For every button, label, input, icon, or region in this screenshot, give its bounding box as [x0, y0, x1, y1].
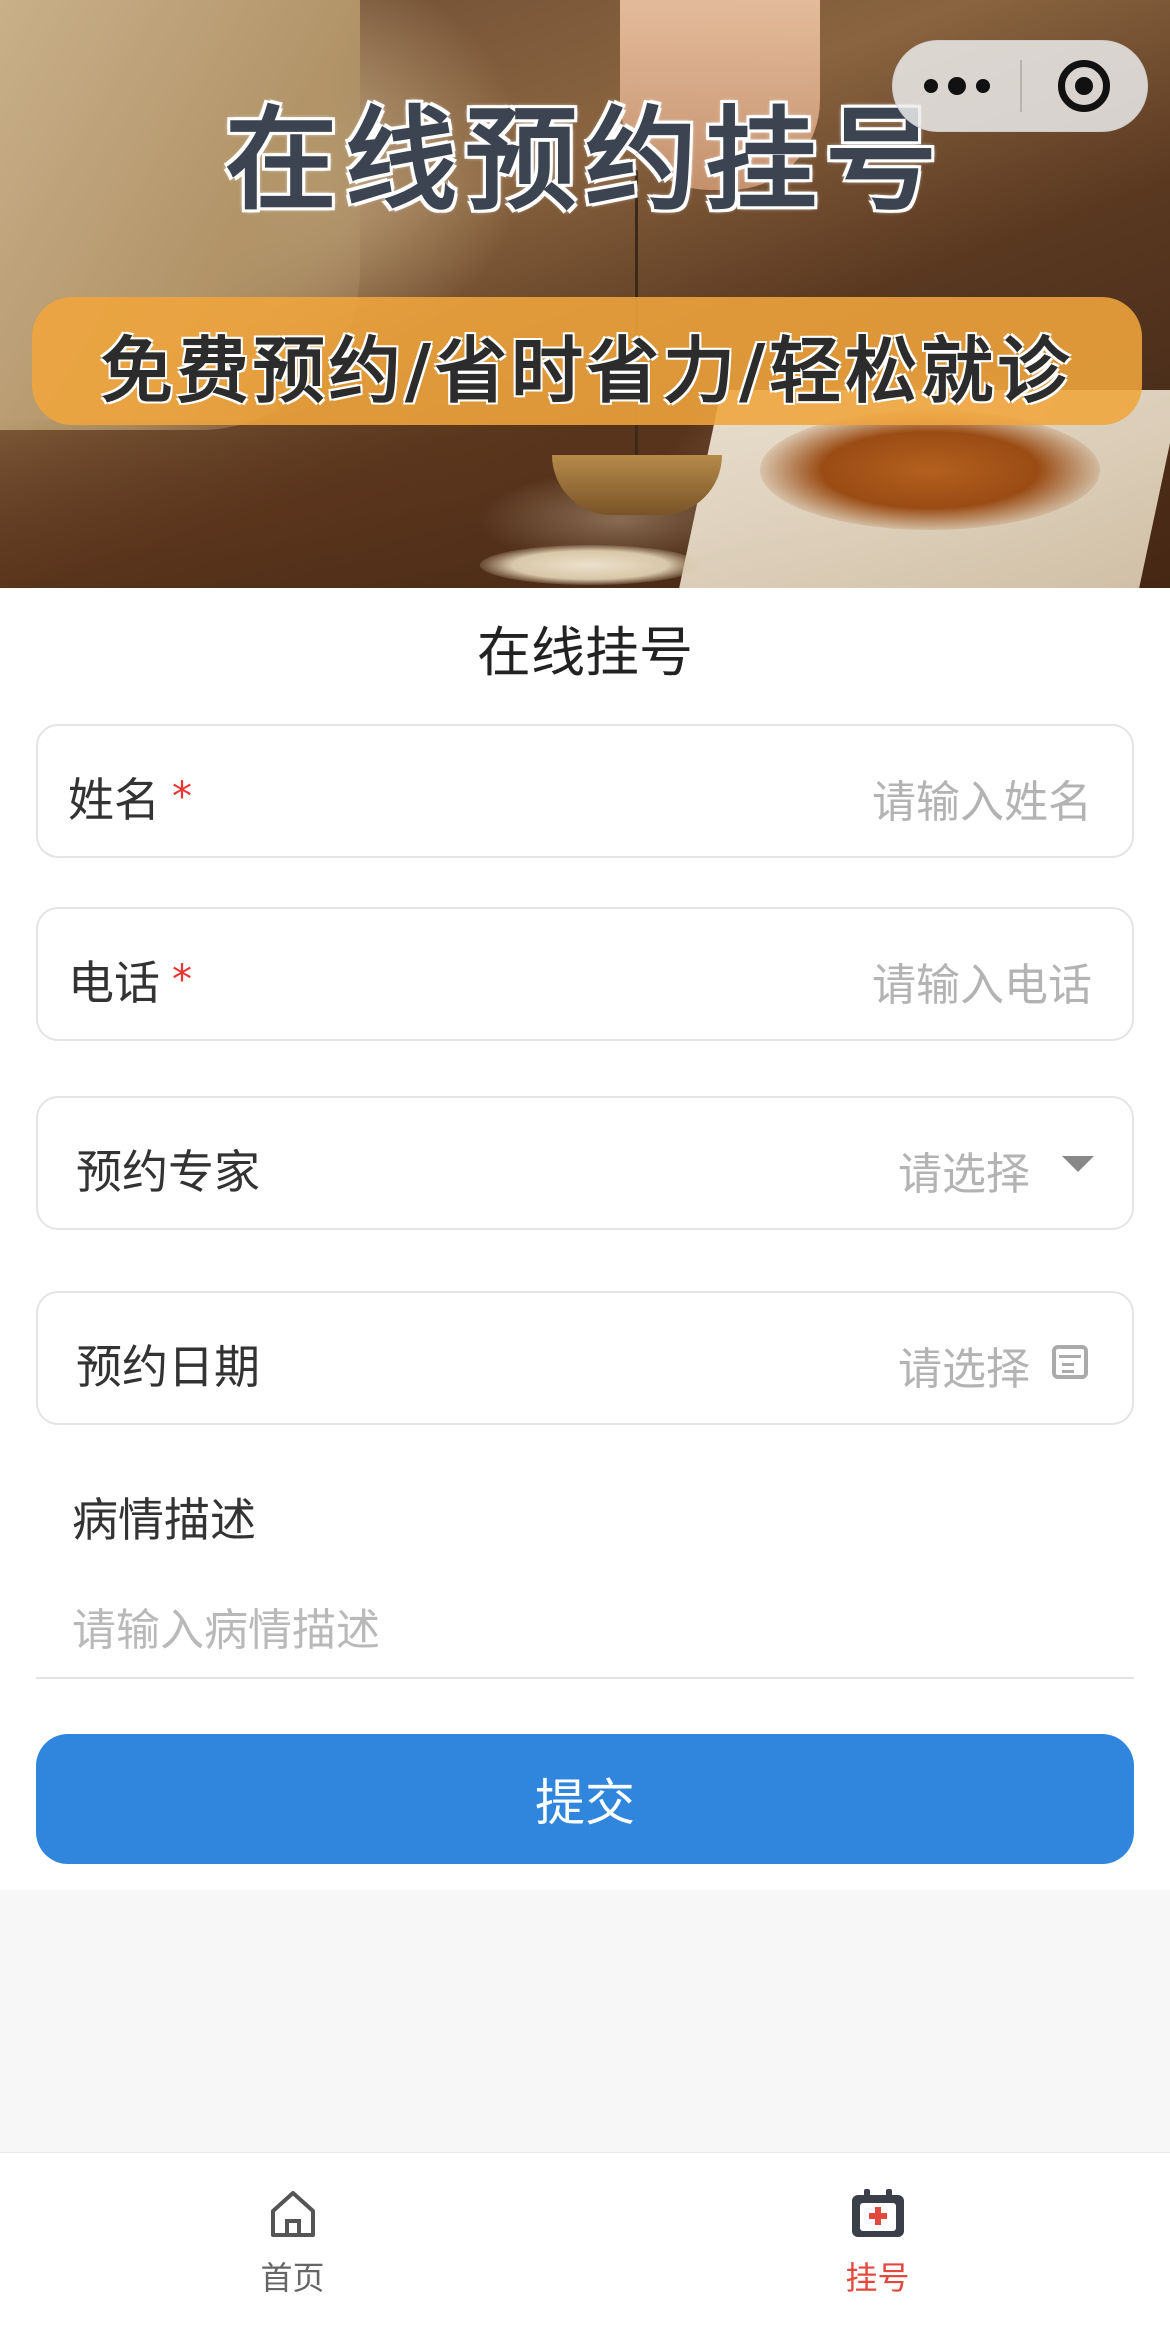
chevron-down-icon — [1062, 1156, 1094, 1172]
name-label: 姓名 * — [68, 773, 192, 827]
more-dots-icon[interactable] — [893, 40, 1020, 132]
name-field[interactable]: 姓名 * 请输入姓名 — [36, 724, 1134, 858]
date-picker-placeholder: 请选择 — [898, 1344, 1030, 1395]
phone-label: 电话 * — [68, 956, 192, 1010]
description-label: 病情描述 — [72, 1493, 256, 1547]
name-input-placeholder: 请输入姓名 — [872, 777, 1092, 828]
description-textarea[interactable]: 请输入病情描述 — [72, 1594, 380, 1658]
medical-kit-icon — [848, 2183, 908, 2243]
required-mark: * — [172, 957, 192, 1003]
required-mark: * — [172, 774, 192, 820]
capsule-menu — [892, 40, 1148, 132]
banner-subtitle: 免费预约/省时省力/轻松就诊 — [100, 329, 1074, 413]
tab-bar: 首页 挂号 — [0, 2152, 1170, 2344]
phone-input-placeholder: 请输入电话 — [872, 960, 1092, 1011]
target-close-icon[interactable] — [1022, 40, 1147, 132]
form-title: 在线挂号 — [477, 621, 693, 684]
phone-field[interactable]: 电话 * 请输入电话 — [36, 907, 1134, 1041]
expert-select[interactable]: 预约专家 请选择 — [36, 1096, 1134, 1230]
submit-button[interactable]: 提交 — [36, 1734, 1134, 1864]
tab-registration[interactable]: 挂号 — [585, 2153, 1170, 2344]
tab-home-label: 首页 — [260, 2259, 325, 2297]
banner-decor — [480, 545, 700, 585]
description-underline — [36, 1677, 1134, 1679]
calendar-icon — [1052, 1345, 1088, 1379]
date-picker[interactable]: 预约日期 请选择 — [36, 1291, 1134, 1425]
date-label: 预约日期 — [76, 1340, 260, 1394]
registration-form: 在线挂号 姓名 * 请输入姓名 电话 * 请输入电话 预约专家 请选择 预约日期 请… — [0, 588, 1170, 1890]
banner-decor — [760, 410, 1100, 530]
tab-home[interactable]: 首页 — [0, 2153, 585, 2344]
home-icon — [263, 2183, 323, 2243]
tab-registration-label: 挂号 — [845, 2259, 910, 2297]
expert-label: 预约专家 — [76, 1145, 260, 1199]
expert-select-placeholder: 请选择 — [898, 1149, 1030, 1200]
